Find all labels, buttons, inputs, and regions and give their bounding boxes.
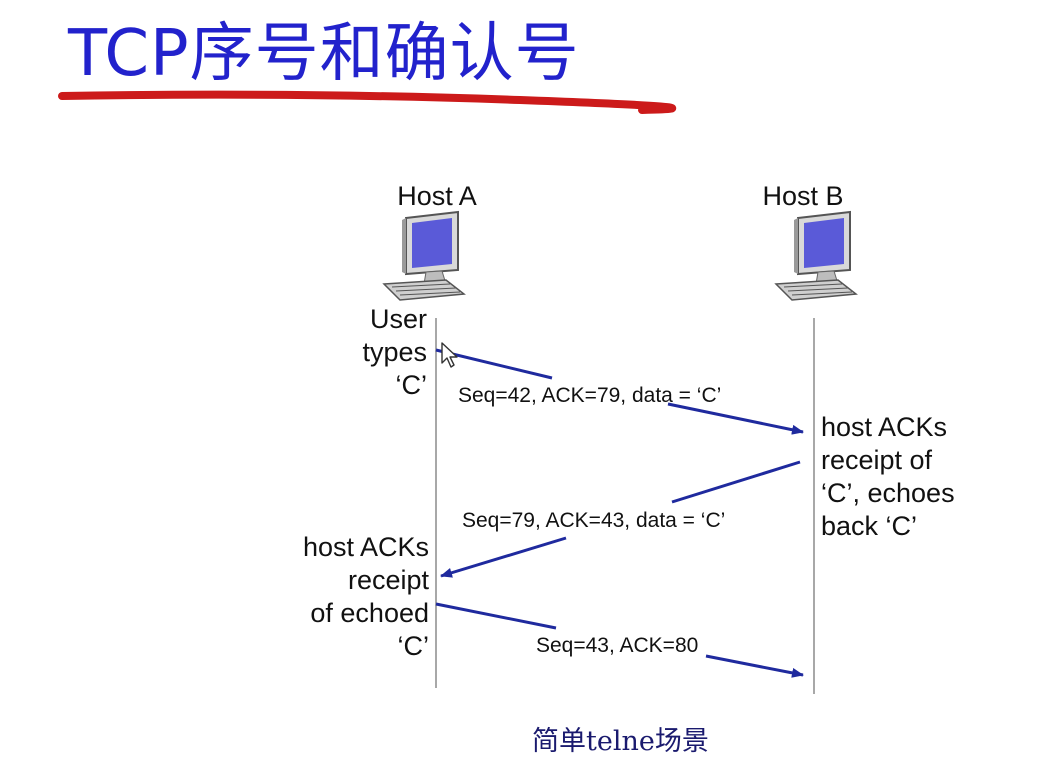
note-line: of echoed [310,598,429,628]
note-line: User [369,304,427,334]
diagram-caption: 简单telne场景 [532,726,709,757]
note-line: back ‘C’ [821,511,918,541]
desktop-computer-icon [774,210,858,301]
note-line: types [362,337,427,367]
message-label-3: Seq=43, ACK=80 [536,634,699,657]
mouse-pointer-icon [441,342,458,368]
host-a-ack-note: host ACKs receipt of echoed ‘C’ [303,531,429,663]
desktop-computer-icon [382,210,466,301]
note-line: ‘C’ [397,631,430,661]
host-b-ack-note: host ACKs receipt of ‘C’, echoes back ‘C… [821,411,955,543]
note-line: receipt [347,565,429,595]
host-b-label: Host B [762,181,844,211]
user-types-note: User types ‘C’ [362,303,427,402]
note-line: host ACKs [302,532,429,562]
note-line: ‘C’ [395,370,428,400]
note-line: ‘C’, echoes [821,478,955,508]
note-line: receipt of [821,445,933,475]
message-label-2: Seq=79, ACK=43, data = ‘C’ [462,509,726,532]
note-line: host ACKs [821,412,948,442]
message-label-1: Seq=42, ACK=79, data = ‘C’ [458,384,722,407]
host-a-label: Host A [397,181,477,211]
